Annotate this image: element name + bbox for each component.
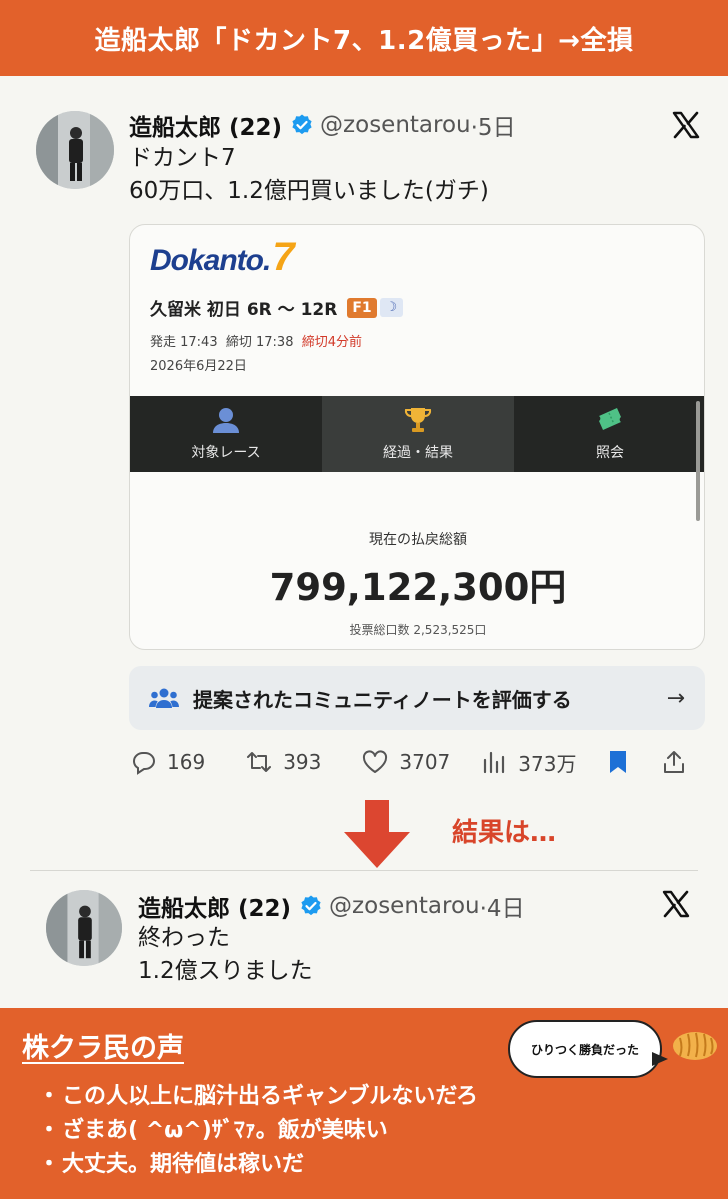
views-bar-chart-icon (484, 751, 505, 774)
ticket-icon (599, 408, 621, 430)
divider (30, 870, 698, 871)
moon-icon: ☽ (379, 298, 404, 317)
tweet-author-line: 造船太郎 (22) @zosentarou ·5日 (129, 108, 516, 142)
person-icon (213, 408, 239, 433)
author-handle[interactable]: @zosentarou (329, 893, 480, 919)
verified-badge-icon (301, 895, 321, 916)
payout-amount: 799,122,300円 (269, 566, 567, 609)
speech-bubble: ひりつく勝負だった (508, 1020, 662, 1078)
arrow-right-icon: → (666, 685, 685, 711)
reply-icon (132, 752, 155, 775)
race-times: 発走 17:43 締切 17:38 締切4分前 (150, 335, 363, 350)
tweet-line: 60万口、1.2億円買いました(ガチ) (129, 178, 489, 204)
retweet-button[interactable]: 393 (245, 748, 321, 776)
list-item: ざまあ( ^ω^)ｻﾞﾏｧ。飯が美味い (38, 1114, 478, 1148)
x-logo-icon[interactable] (671, 110, 701, 140)
author-name[interactable]: 造船太郎 (22) (138, 889, 291, 923)
views-button[interactable]: 373万 (480, 748, 576, 777)
tweet-timestamp[interactable]: ·4日 (480, 889, 525, 923)
verified-badge-icon (292, 114, 312, 135)
reactions-title: 株クラ民の声 (22, 1033, 184, 1064)
bookmark-icon[interactable] (604, 748, 632, 776)
people-icon (149, 688, 179, 708)
retweet-icon (247, 752, 272, 772)
speech-bubble-tail (652, 1052, 668, 1066)
tweet-line: 終わった (138, 925, 230, 951)
tweet-line: 1.2億スりました (138, 958, 313, 984)
list-item: この人以上に脳汁出るギャンブルないだろ (38, 1080, 478, 1114)
view-count: 373万 (518, 751, 577, 776)
retweet-count: 393 (283, 750, 322, 774)
like-button[interactable]: 3707 (361, 748, 450, 776)
race-info: 久留米 初日 6R 〜 12R F1 ☽ (150, 295, 404, 320)
tweet-text: ドカント7 60万口、1.2億円買いました(ガチ) (129, 142, 489, 208)
tab-progress-result[interactable]: 経過・結果 (322, 396, 514, 472)
down-arrow-icon (344, 800, 410, 868)
trophy-icon (404, 408, 432, 432)
heart-icon (363, 750, 388, 773)
headline-banner: 造船太郎「ドカント7、1.2億買った」→全損 (0, 0, 728, 76)
x-logo-icon[interactable] (661, 889, 691, 919)
avatar[interactable] (46, 890, 122, 966)
result-label: 結果は… (452, 818, 557, 848)
reply-button[interactable]: 169 (129, 748, 205, 776)
tweet-text: 終わった 1.2億スりました (138, 922, 313, 988)
share-icon[interactable] (660, 748, 688, 776)
tab-target-race[interactable]: 対象レース (130, 396, 322, 472)
payout-label: 現在の払戻総額 (369, 532, 467, 548)
community-note-button[interactable]: 提案されたコミュニティノートを評価する → (129, 666, 705, 730)
tab-inquiry[interactable]: 照会 (514, 396, 704, 472)
author-handle[interactable]: @zosentarou (320, 112, 471, 138)
tweet-author-line: 造船太郎 (22) @zosentarou ·4日 (138, 889, 525, 923)
tweet-timestamp[interactable]: ·5日 (471, 108, 516, 142)
reply-count: 169 (167, 750, 206, 774)
total-votes: 投票総口数 2,523,525口 (349, 623, 487, 637)
headline-title: 造船太郎「ドカント7、1.2億買った」→全損 (94, 25, 634, 56)
card-scrollbar[interactable] (696, 401, 700, 521)
reactions-panel: 株クラ民の声 ひりつく勝負だった この人以上に脳汁出るギャンブルないだろ ざまあ… (0, 1008, 728, 1199)
avatar[interactable] (36, 111, 114, 189)
race-date: 2026年6月22日 (150, 359, 247, 374)
croissant-icon (673, 1032, 717, 1060)
deadline-remaining: 締切4分前 (301, 335, 363, 350)
like-count: 3707 (399, 750, 451, 774)
card-tab-bar: 対象レース 経過・結果 照会 (130, 396, 704, 472)
community-note-label: 提案されたコミュニティノートを評価する (193, 687, 572, 712)
tweet-line: ドカント7 (129, 145, 236, 171)
list-item: 大丈夫。期待値は稼いだ (38, 1148, 478, 1182)
dokanto-logo: Dokanto.7 (150, 235, 295, 279)
grade-badge: F1 (347, 297, 377, 318)
reaction-list: この人以上に脳汁出るギャンブルないだろ ざまあ( ^ω^)ｻﾞﾏｧ。飯が美味い … (38, 1080, 478, 1182)
author-name[interactable]: 造船太郎 (22) (129, 108, 282, 142)
embedded-betting-card[interactable]: Dokanto.7 久留米 初日 6R 〜 12R F1 ☽ 発走 17:43 … (129, 224, 705, 650)
race-title: 久留米 初日 6R 〜 12R (150, 300, 338, 320)
tweet-action-bar: 169 393 3707 373万 (129, 745, 705, 779)
